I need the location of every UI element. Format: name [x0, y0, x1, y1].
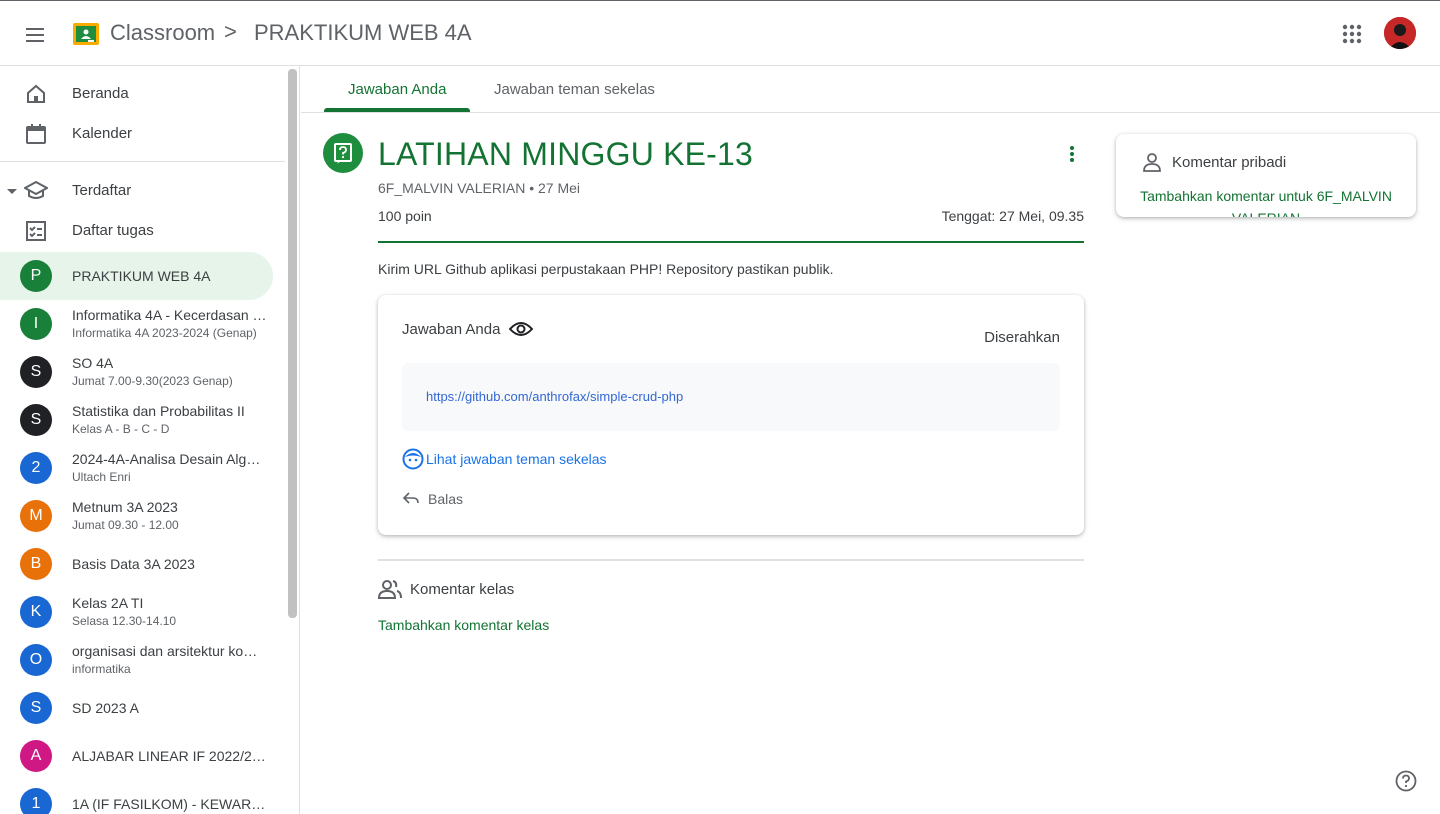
- sidebar-item-home[interactable]: Beranda: [0, 74, 285, 114]
- submission-status: Diserahkan: [984, 329, 1060, 346]
- class-avatar: P: [20, 260, 52, 292]
- comments-divider: [378, 559, 1084, 561]
- class-avatar: 2: [20, 452, 52, 484]
- class-subtitle: Informatika 4A 2023-2024 (Genap): [72, 326, 257, 340]
- sidebar-item-label: Kalender: [72, 125, 133, 142]
- sidebar-class-item[interactable]: S SD 2023 A: [0, 684, 273, 732]
- private-comments-card: Komentar pribadi Tambahkan komentar untu…: [1116, 134, 1416, 217]
- person-icon: [1143, 153, 1161, 172]
- class-name: Kelas 2A TI: [72, 595, 144, 611]
- sidebar-scrollbar[interactable]: [288, 69, 297, 618]
- people-icon: [378, 580, 402, 599]
- reply-button[interactable]: Balas: [428, 491, 463, 507]
- class-avatar: I: [20, 308, 52, 340]
- class-avatar: A: [20, 740, 52, 772]
- assignment-title: LATIHAN MINGGU KE-13: [378, 136, 754, 172]
- breadcrumb-chevron-icon: >: [224, 19, 237, 44]
- class-avatar: M: [20, 500, 52, 532]
- school-cap-icon: [24, 180, 48, 199]
- sidebar-item-label: Daftar tugas: [72, 222, 154, 239]
- class-avatar: S: [20, 404, 52, 436]
- private-comments-title: Komentar pribadi: [1172, 154, 1287, 171]
- sidebar-class-item[interactable]: M Metnum 3A 2023 Jumat 09.30 - 12.00: [0, 492, 273, 540]
- reply-arrow-icon[interactable]: [402, 489, 420, 507]
- class-name: Basis Data 3A 2023: [72, 556, 195, 572]
- class-avatar: 1: [20, 788, 52, 814]
- sidebar-item-enrolled[interactable]: Terdaftar: [0, 171, 285, 211]
- sidebar-item-label: Beranda: [72, 85, 129, 102]
- classroom-logo-icon[interactable]: [73, 23, 99, 45]
- class-name: organisasi dan arsitektur komputer: [72, 643, 267, 659]
- class-name: Metnum 3A 2023: [72, 499, 178, 515]
- expand-caret-icon[interactable]: [7, 189, 17, 194]
- sidebar-class-item[interactable]: S Statistika dan Probabilitas II Kelas A -…: [0, 396, 273, 444]
- class-avatar: K: [20, 596, 52, 628]
- home-icon: [27, 84, 45, 103]
- active-tab-indicator: [324, 108, 470, 112]
- breadcrumb-class-title[interactable]: PRAKTIKUM WEB 4A: [254, 20, 472, 46]
- sidebar-item-todo[interactable]: Daftar tugas: [0, 211, 285, 251]
- sidebar-class-item[interactable]: A ALJABAR LINEAR IF 2022/2023: [0, 732, 273, 780]
- hamburger-menu-icon[interactable]: [24, 23, 48, 47]
- submitted-link-box[interactable]: https://github.com/anthrofax/simple-crud…: [402, 363, 1060, 431]
- top-app-bar: Classroom > PRAKTIKUM WEB 4A: [0, 0, 1440, 66]
- class-name: PRAKTIKUM WEB 4A: [72, 268, 211, 284]
- class-name: Informatika 4A - Kecerdasan Buatan: [72, 307, 267, 323]
- sidebar-class-item[interactable]: P PRAKTIKUM WEB 4A: [0, 252, 273, 300]
- class-avatar: S: [20, 692, 52, 724]
- class-name: SO 4A: [72, 355, 114, 371]
- assignment-description: Kirim URL Github aplikasi perpustakaan P…: [378, 261, 834, 277]
- more-options-icon[interactable]: [1062, 143, 1082, 167]
- your-work-card: Jawaban Anda Diserahkan https://github.c…: [378, 295, 1084, 535]
- todo-checklist-icon: [26, 221, 46, 241]
- class-subtitle: informatika: [72, 662, 131, 676]
- classmates-face-icon[interactable]: [402, 448, 424, 470]
- class-name: SD 2023 A: [72, 700, 139, 716]
- sidebar-class-item[interactable]: Oorganisasi dan arsitektur komputer infor…: [0, 636, 273, 684]
- google-apps-icon[interactable]: [1341, 23, 1363, 45]
- class-comments-title: Komentar kelas: [410, 581, 515, 598]
- class-name: 2024-4A-Analisa Desain Algoritma: [72, 451, 267, 467]
- assignment-points: 100 poin: [378, 208, 432, 224]
- sidebar-class-item[interactable]: 1 1A (IF FASILKOM) - KEWARGANEGARAAN: [0, 780, 273, 814]
- sidebar-item-label: Terdaftar: [72, 182, 132, 199]
- class-subtitle: Kelas A - B - C - D: [72, 422, 170, 436]
- class-avatar: B: [20, 548, 52, 580]
- account-avatar[interactable]: [1384, 17, 1416, 49]
- class-subtitle: Jumat 09.30 - 12.00: [72, 518, 179, 532]
- sidebar-class-item[interactable]: I Informatika 4A - Kecerdasan Buatan Infor…: [0, 300, 273, 348]
- tab-your-work[interactable]: Jawaban Anda: [348, 81, 446, 98]
- calendar-icon: [26, 124, 46, 144]
- add-class-comment-link[interactable]: Tambahkan komentar kelas: [378, 617, 549, 633]
- class-name: ALJABAR LINEAR IF 2022/2023: [72, 748, 267, 764]
- tab-bar: Jawaban Anda Jawaban teman sekelas: [301, 66, 1440, 113]
- class-avatar: S: [20, 356, 52, 388]
- assignment-question-icon: [323, 133, 363, 173]
- class-subtitle: Jumat 7.00-9.30(2023 Genap): [72, 374, 233, 388]
- header-divider: [378, 241, 1084, 243]
- sidebar-item-calendar[interactable]: Kalender: [0, 114, 285, 154]
- sidebar-divider: [0, 161, 285, 162]
- eye-visibility-icon[interactable]: [509, 319, 533, 339]
- tab-classmates-work[interactable]: Jawaban teman sekelas: [494, 81, 655, 98]
- class-subtitle: Ultach Enri: [72, 470, 131, 484]
- class-subtitle: Selasa 12.30-14.10: [72, 614, 177, 628]
- assignment-author-date: 6F_MALVIN VALERIAN • 27 Mei: [378, 180, 581, 196]
- assignment-due-date: Tenggat: 27 Mei, 09.35: [941, 208, 1084, 224]
- class-name: 1A (IF FASILKOM) - KEWARGANEGARAAN: [72, 796, 267, 812]
- sidebar-class-item[interactable]: S SO 4A Jumat 7.00-9.30(2023 Genap): [0, 348, 273, 396]
- sidebar-class-item[interactable]: 2 2024-4A-Analisa Desain Algoritma Ultach …: [0, 444, 273, 492]
- class-name: Statistika dan Probabilitas II: [72, 403, 245, 419]
- help-icon[interactable]: [1395, 770, 1417, 792]
- app-title[interactable]: Classroom: [110, 20, 215, 46]
- class-avatar: O: [20, 644, 52, 676]
- card-title: Jawaban Anda: [402, 321, 501, 338]
- add-private-comment-link[interactable]: Tambahkan komentar untuk 6F_MALVIN VALER…: [1116, 185, 1416, 217]
- sidebar-class-item[interactable]: B Basis Data 3A 2023: [0, 540, 273, 588]
- navigation-drawer: Beranda Kalender Terdaftar Daftar tugas …: [0, 66, 300, 814]
- sidebar-class-item[interactable]: K Kelas 2A TI Selasa 12.30-14.10: [0, 588, 273, 636]
- submitted-link[interactable]: https://github.com/anthrofax/simple-crud…: [426, 389, 683, 404]
- see-classmates-work-link[interactable]: Lihat jawaban teman sekelas: [426, 451, 607, 467]
